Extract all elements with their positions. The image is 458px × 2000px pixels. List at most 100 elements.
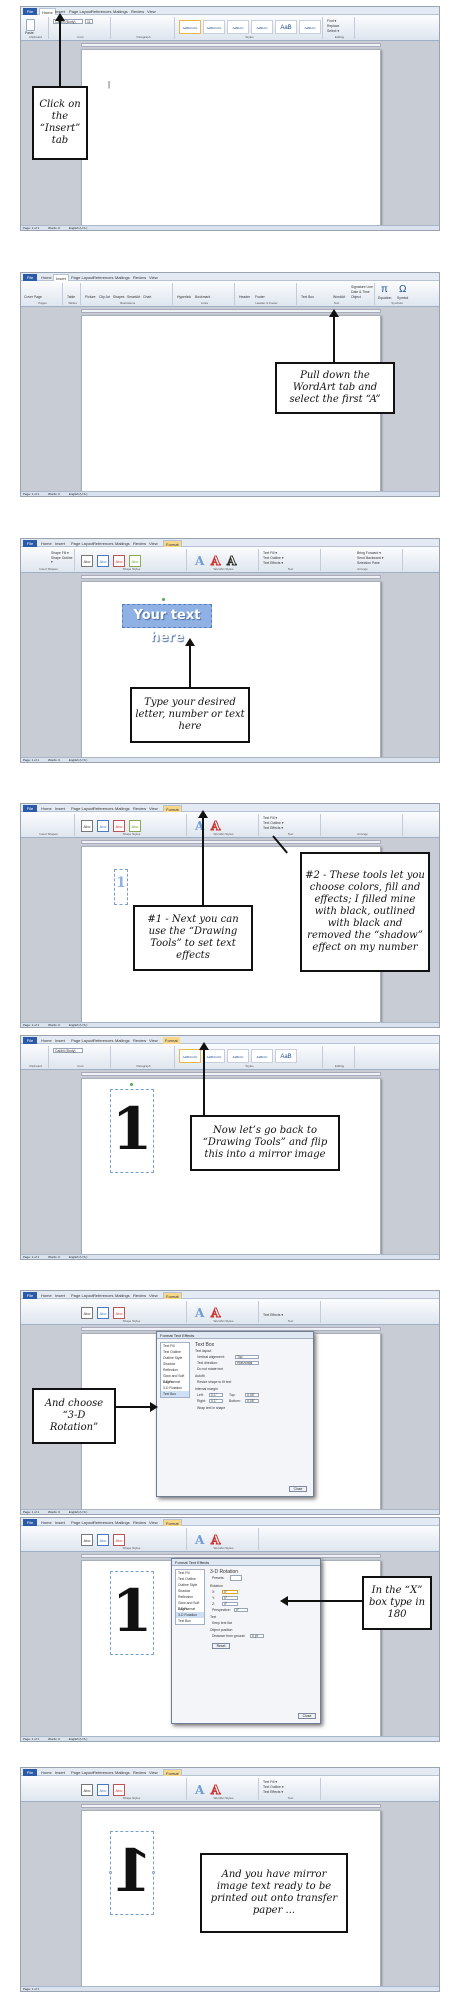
tab-insert[interactable]: Insert xyxy=(53,540,67,547)
tab-file[interactable]: File xyxy=(23,274,37,281)
select-button[interactable]: Select ▾ xyxy=(327,29,339,33)
text-direction-select[interactable]: Horizontal xyxy=(235,1361,259,1365)
bookmark-button[interactable]: Bookmark xyxy=(195,295,210,299)
tab-format[interactable]: Format xyxy=(163,805,182,812)
style-subtitle[interactable]: AaBbCc xyxy=(299,20,321,34)
margin-right-input[interactable]: 0.1" xyxy=(209,1399,223,1403)
tab-view[interactable]: View xyxy=(147,1037,160,1044)
hyperlink-button[interactable]: Hyperlink xyxy=(177,295,191,299)
font-size-select[interactable]: 11 xyxy=(85,19,93,24)
wordart-textbox[interactable]: Your text here xyxy=(122,604,212,645)
keep-text-flat-checkbox[interactable]: Keep text flat xyxy=(212,1621,232,1625)
tab-view[interactable]: View xyxy=(145,8,158,15)
tab-mailings[interactable]: Mailings xyxy=(113,274,132,281)
tab-home[interactable]: Home xyxy=(39,1292,54,1299)
tab-home[interactable]: Home xyxy=(39,805,54,812)
x-rotation-input[interactable]: 0° xyxy=(222,1590,238,1594)
tab-insert[interactable]: Insert xyxy=(53,1519,67,1526)
tab-mailings[interactable]: Mailings xyxy=(113,1292,132,1299)
shape-style-2[interactable]: Abc xyxy=(97,820,109,832)
document-page[interactable]: | xyxy=(81,49,381,229)
wordart-style-blue[interactable]: A xyxy=(195,1783,204,1797)
tab-references[interactable]: References xyxy=(91,540,115,547)
shape-style-3[interactable]: Abc xyxy=(113,1784,125,1796)
tab-insert[interactable]: Insert xyxy=(53,805,67,812)
tab-format[interactable]: Format xyxy=(163,1292,182,1299)
tab-references[interactable]: References xyxy=(91,1519,115,1526)
shape-outline-button[interactable]: Shape Outline ▾ xyxy=(51,556,74,564)
style-no-spacing[interactable]: AaBbCcDc xyxy=(203,1049,225,1063)
category-text-box[interactable]: Text Box xyxy=(161,1391,189,1397)
tab-insert[interactable]: Insert xyxy=(53,1037,67,1044)
shape-style-1[interactable]: Abc xyxy=(81,1534,93,1546)
tab-insert[interactable]: Insert xyxy=(53,1292,67,1299)
margin-left-input[interactable]: 0.1" xyxy=(209,1393,223,1397)
text-fill-button[interactable]: Text Fill ▾ xyxy=(263,1780,277,1784)
selection-pane-button[interactable]: Selection Pane xyxy=(357,561,380,565)
style-heading-2[interactable]: AaBbCc xyxy=(251,1049,273,1063)
tab-format[interactable]: Format xyxy=(163,1769,182,1776)
tab-format[interactable]: Format xyxy=(163,1037,180,1044)
z-rotation-input[interactable]: 0° xyxy=(222,1602,238,1606)
tab-review[interactable]: Review xyxy=(131,274,148,281)
text-effects-button[interactable]: Text Effects ▾ xyxy=(263,561,283,565)
wordart-style-red[interactable]: A xyxy=(210,1306,220,1321)
tab-review[interactable]: Review xyxy=(129,8,146,15)
send-backward-button[interactable]: Send Backward ▾ xyxy=(357,556,383,560)
tab-review[interactable]: Review xyxy=(131,1037,148,1044)
smartart-button[interactable]: SmartArt xyxy=(127,295,140,299)
tab-mailings[interactable]: Mailings xyxy=(113,540,132,547)
shape-style-1[interactable]: Abc xyxy=(81,1307,93,1319)
font-name-select[interactable]: Calibri (Body) xyxy=(53,1048,83,1053)
tab-mailings[interactable]: Mailings xyxy=(111,8,130,15)
text-outline-button[interactable]: Text Outline ▾ xyxy=(263,556,284,560)
text-effects-button[interactable]: Text Effects ▾ xyxy=(263,1790,283,1794)
find-button[interactable]: Find ▾ xyxy=(327,19,336,23)
tab-view[interactable]: View xyxy=(147,1519,160,1526)
tab-format[interactable]: Format xyxy=(163,1519,182,1526)
wordart-style-blue[interactable]: A xyxy=(195,1306,204,1320)
tab-mailings[interactable]: Mailings xyxy=(113,805,132,812)
style-heading-1[interactable]: AaBbCc xyxy=(227,1049,249,1063)
tab-references[interactable]: References xyxy=(91,1037,115,1044)
symbol-icon[interactable]: Ω xyxy=(399,284,406,295)
tab-mailings[interactable]: Mailings xyxy=(113,1769,132,1776)
style-title[interactable]: AaB xyxy=(275,20,297,34)
cover-page-button[interactable]: Cover Page xyxy=(24,295,42,299)
tab-file[interactable]: File xyxy=(23,1292,37,1299)
table-button[interactable]: Table xyxy=(67,295,75,299)
tab-references[interactable]: References xyxy=(91,1769,115,1776)
picture-button[interactable]: Picture xyxy=(85,295,96,299)
resize-shape-radio[interactable]: Resize shape to fit text xyxy=(197,1380,231,1384)
tab-file[interactable]: File xyxy=(23,1769,37,1776)
text-effects-button[interactable]: Text Effects ▾ xyxy=(263,826,283,830)
tab-view[interactable]: View xyxy=(147,274,160,281)
rotation-handle[interactable] xyxy=(130,1083,133,1086)
replace-button[interactable]: Replace xyxy=(327,24,339,28)
tab-review[interactable]: Review xyxy=(131,805,148,812)
text-fill-button[interactable]: Text Fill ▾ xyxy=(263,816,277,820)
distance-input[interactable]: 0 pt xyxy=(250,1634,264,1638)
style-normal[interactable]: AaBbCcDc xyxy=(179,20,201,34)
wordart-style-red[interactable]: A xyxy=(210,1783,220,1798)
valign-select[interactable]: Top xyxy=(235,1355,259,1359)
perspective-input[interactable]: 0° xyxy=(234,1608,248,1612)
tab-file[interactable]: File xyxy=(23,8,37,15)
wordart-style-outline[interactable]: A xyxy=(226,554,236,569)
text-outline-button[interactable]: Text Outline ▾ xyxy=(263,1785,284,1789)
tab-review[interactable]: Review xyxy=(131,1519,148,1526)
wordart-style-red[interactable]: A xyxy=(210,1533,220,1548)
tab-mailings[interactable]: Mailings xyxy=(113,1037,132,1044)
tab-review[interactable]: Review xyxy=(131,540,148,547)
tab-view[interactable]: View xyxy=(147,1769,160,1776)
tab-mailings[interactable]: Mailings xyxy=(113,1519,132,1526)
wordart-style-blue[interactable]: A xyxy=(195,1533,204,1547)
tab-format[interactable]: Format xyxy=(163,540,182,547)
style-no-spacing[interactable]: AaBbCcDc xyxy=(203,20,225,34)
shape-style-2[interactable]: Abc xyxy=(97,555,109,567)
tab-insert[interactable]: Insert xyxy=(53,1769,67,1776)
tab-view[interactable]: View xyxy=(147,540,160,547)
tab-home[interactable]: Home xyxy=(39,1769,54,1776)
shape-style-3[interactable]: Abc xyxy=(113,820,125,832)
tab-insert[interactable]: Insert xyxy=(53,274,70,281)
